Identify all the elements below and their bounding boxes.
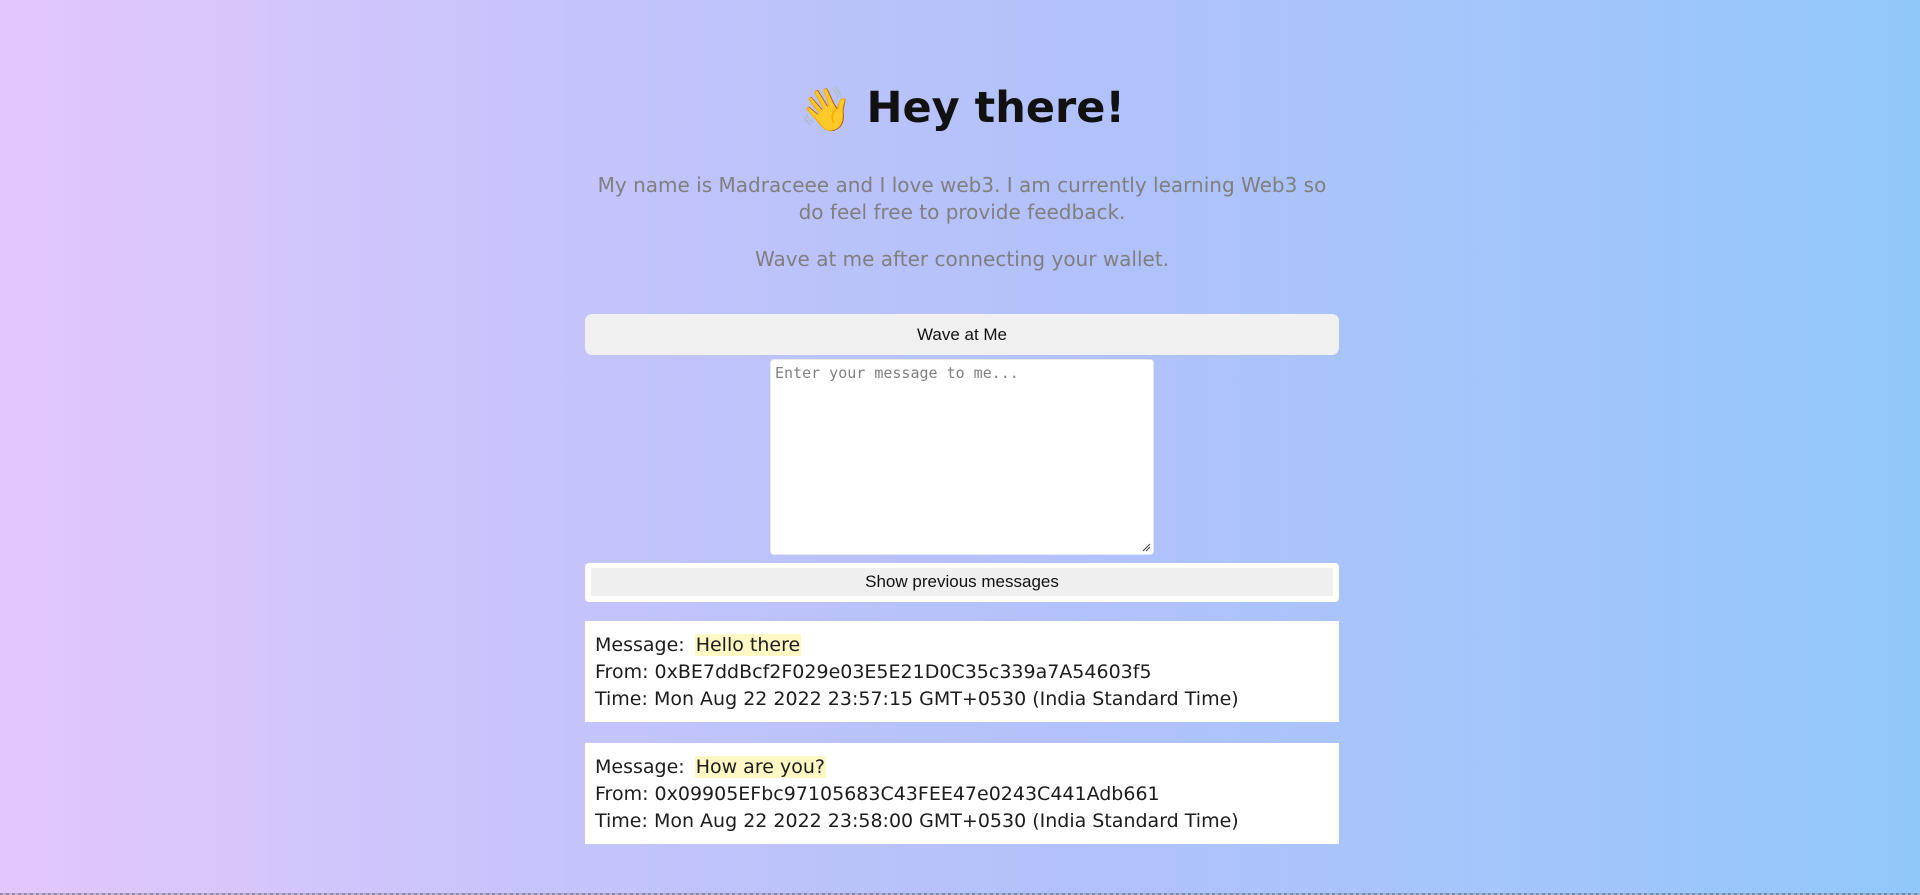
main-container: 👋 Hey there! My name is Madraceee and I l… — [585, 72, 1339, 844]
show-previous-wrapper: Show previous messages — [585, 563, 1339, 602]
message-label: Message: — [595, 634, 685, 656]
message-label: Message: — [595, 756, 685, 778]
time-row: Time: Mon Aug 22 2022 23:58:00 GMT+0530 … — [595, 808, 1329, 835]
message-text: Hello there — [694, 634, 802, 656]
message-card: Message: How are you? From: 0x09905EFbc97… — [585, 743, 1339, 844]
time-label: Time: — [595, 688, 648, 710]
message-row: Message: Hello there — [595, 632, 1329, 659]
message-card: Message: Hello there From: 0xBE7ddBcf2F02… — [585, 621, 1339, 722]
page-title: Hey there! — [866, 83, 1125, 133]
message-input[interactable] — [770, 359, 1154, 555]
message-time: Mon Aug 22 2022 23:57:15 GMT+0530 (India… — [653, 688, 1239, 710]
wave-button[interactable]: Wave at Me — [585, 314, 1339, 355]
from-address: 0xBE7ddBcf2F029e03E5E21D0C35c339a7A54603… — [654, 661, 1152, 683]
from-row: From: 0xBE7ddBcf2F029e03E5E21D0C35c339a7… — [595, 659, 1329, 686]
bio-intro: My name is Madraceee and I love web3. I … — [597, 173, 1327, 224]
from-label: From: — [595, 783, 649, 805]
time-row: Time: Mon Aug 22 2022 23:57:15 GMT+0530 … — [595, 686, 1329, 713]
bio-instruction: Wave at me after connecting your wallet. — [754, 247, 1170, 271]
time-label: Time: — [595, 810, 648, 832]
message-text: How are you? — [694, 756, 826, 778]
message-list: Message: Hello there From: 0xBE7ddBcf2F02… — [585, 621, 1339, 865]
waving-hand-icon: 👋 — [798, 85, 853, 135]
show-previous-messages-button[interactable]: Show previous messages — [591, 568, 1333, 596]
from-label: From: — [595, 661, 649, 683]
from-row: From: 0x09905EFbc97105683C43FEE47e0243C4… — [595, 781, 1329, 808]
page-header: 👋 Hey there! — [585, 72, 1339, 144]
message-time: Mon Aug 22 2022 23:58:00 GMT+0530 (India… — [653, 810, 1239, 832]
bio-section: My name is Madraceee and I love web3. I … — [585, 172, 1339, 273]
resize-grip-icon[interactable] — [1141, 542, 1151, 552]
page: 👋 Hey there! My name is Madraceee and I l… — [0, 0, 1920, 895]
from-address: 0x09905EFbc97105683C43FEE47e0243C441Adb6… — [654, 783, 1160, 805]
message-row: Message: How are you? — [595, 754, 1329, 781]
